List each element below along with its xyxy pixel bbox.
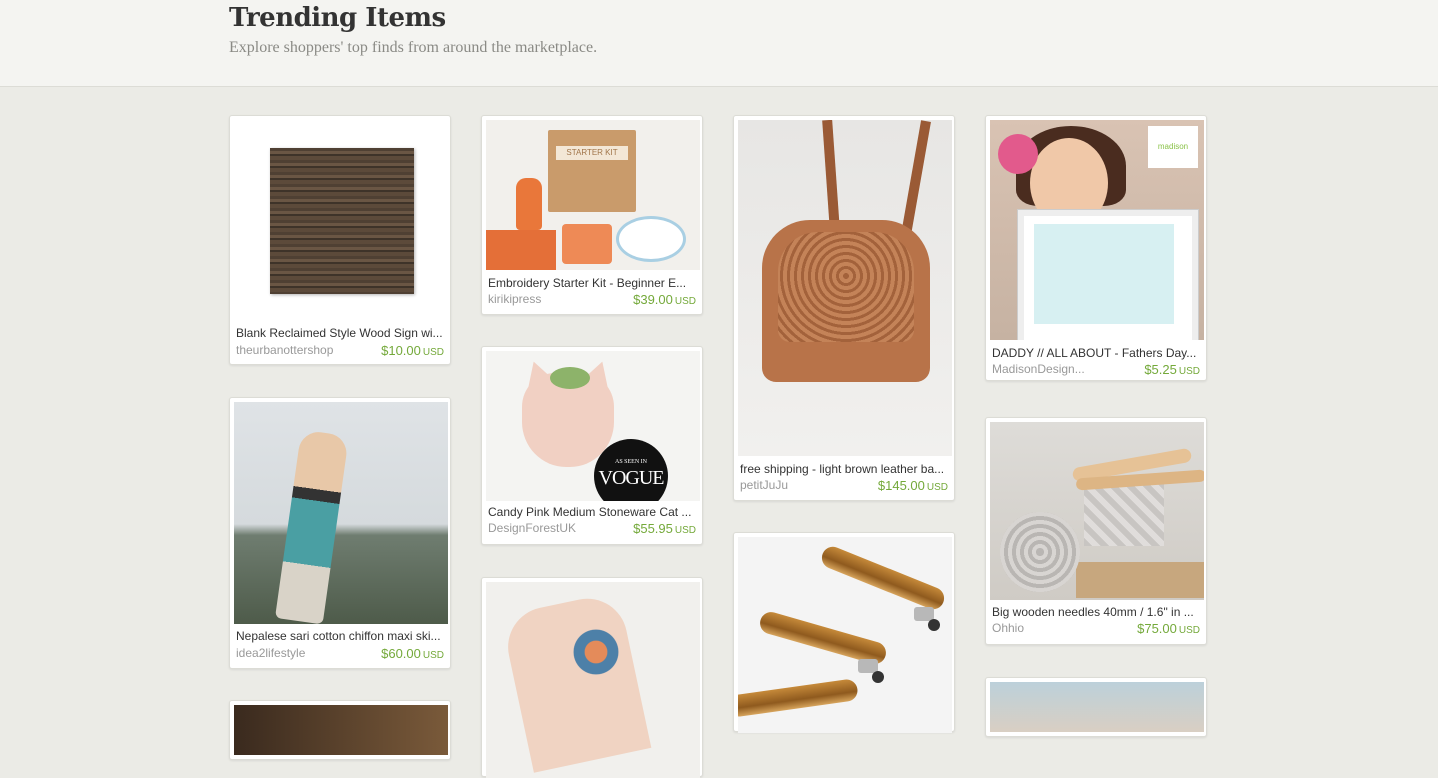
yarn-ball — [1000, 512, 1080, 592]
page-header: Trending Items Explore shoppers' top fin… — [0, 0, 1438, 87]
listing-image[interactable] — [234, 705, 448, 755]
felt-fox — [516, 178, 542, 230]
wood-sign-image — [270, 148, 414, 294]
shop-name[interactable]: MadisonDesign... — [992, 362, 1102, 376]
dancer-image — [234, 402, 448, 624]
listing-card[interactable]: Blank Reclaimed Style Wood Sign wi... th… — [229, 115, 451, 365]
stylus-tip — [928, 619, 940, 631]
shop-name[interactable]: theurbanottershop — [236, 343, 346, 357]
listing-card[interactable] — [229, 700, 451, 760]
page-subtitle: Explore shoppers' top finds from around … — [229, 39, 598, 56]
shop-name[interactable]: Ohhio — [992, 621, 1102, 635]
listing-title[interactable]: Big wooden needles 40mm / 1.6" in ... — [992, 605, 1202, 619]
listing-card[interactable] — [985, 677, 1207, 737]
listing-title[interactable]: Nepalese sari cotton chiffon maxi ski... — [236, 629, 446, 643]
listing-image[interactable]: STARTER KIT — [486, 120, 700, 270]
shop-name[interactable]: idea2lifestyle — [236, 646, 346, 660]
price-currency: USD — [1178, 625, 1200, 636]
vogue-badge-title: VOGUE — [598, 467, 665, 489]
price-value: $55.95 — [633, 521, 673, 536]
price-currency: USD — [674, 296, 696, 307]
listing-image[interactable]: AS SEEN IN VOGUE — [486, 351, 700, 501]
listing-price: $39.00 USD — [633, 292, 696, 307]
listing-card[interactable] — [733, 532, 955, 733]
price-value: $5.25 — [1144, 362, 1177, 377]
listing-image-partial — [990, 682, 1204, 732]
price-currency: USD — [422, 650, 444, 661]
vogue-badge-small: AS SEEN IN — [614, 459, 647, 465]
price-currency: USD — [926, 482, 948, 493]
listing-card[interactable]: madison DADDY // ALL ABOUT - Fathers Day… — [985, 115, 1207, 381]
madison-logo: madison — [1148, 126, 1198, 168]
listing-price: $5.25 USD — [1144, 362, 1200, 377]
price-currency: USD — [422, 347, 444, 358]
felt-piece — [486, 230, 556, 270]
listing-title[interactable]: free shipping - light brown leather ba..… — [740, 462, 950, 476]
listing-price: $145.00 USD — [878, 478, 948, 493]
price-value: $10.00 — [381, 343, 421, 358]
listing-image[interactable] — [234, 402, 448, 624]
listing-title[interactable]: DADDY // ALL ABOUT - Fathers Day... — [992, 346, 1202, 360]
price-currency: USD — [674, 525, 696, 536]
listing-price: $60.00 USD — [381, 646, 444, 661]
listing-title[interactable]: Embroidery Starter Kit - Beginner E... — [488, 276, 698, 290]
listing-card[interactable]: free shipping - light brown leather ba..… — [733, 115, 955, 501]
listing-image[interactable] — [486, 582, 700, 778]
bag-embossing — [778, 232, 914, 342]
listing-image[interactable] — [738, 120, 952, 456]
price-value: $145.00 — [877, 478, 925, 493]
flower-headband — [998, 134, 1038, 174]
listing-price: $10.00 USD — [381, 343, 444, 358]
listing-image[interactable]: madison — [990, 120, 1204, 340]
listing-card[interactable] — [481, 577, 703, 778]
listing-image[interactable] — [234, 120, 448, 320]
price-value: $39.00 — [633, 292, 673, 307]
tattoo — [570, 626, 622, 678]
price-value: $75.00 — [1137, 621, 1177, 636]
listing-card[interactable]: Nepalese sari cotton chiffon maxi ski...… — [229, 397, 451, 669]
listing-title[interactable]: Blank Reclaimed Style Wood Sign wi... — [236, 326, 446, 340]
listing-image[interactable] — [990, 682, 1204, 732]
frame-print — [1034, 224, 1174, 324]
listing-card[interactable]: STARTER KIT Embroidery Starter Kit - Beg… — [481, 115, 703, 315]
page-title: Trending Items — [229, 3, 446, 33]
listing-price: $75.00 USD — [1137, 621, 1200, 636]
kit-box-label: STARTER KIT — [556, 146, 628, 160]
kit-box — [548, 130, 636, 212]
price-value: $60.00 — [381, 646, 421, 661]
listing-title[interactable]: Candy Pink Medium Stoneware Cat ... — [488, 505, 698, 519]
listing-image[interactable] — [990, 422, 1204, 600]
shop-name[interactable]: DesignForestUK — [488, 521, 598, 535]
stylus-tip — [872, 671, 884, 683]
price-currency: USD — [1178, 366, 1200, 377]
listing-card[interactable]: AS SEEN IN VOGUE Candy Pink Medium Stone… — [481, 346, 703, 545]
felt-piece — [562, 224, 612, 264]
shop-name[interactable]: kirikipress — [488, 292, 598, 306]
listing-price: $55.95 USD — [633, 521, 696, 536]
succulent — [550, 367, 590, 389]
embroidery-hoop — [616, 216, 686, 262]
listing-card[interactable]: Big wooden needles 40mm / 1.6" in ... Oh… — [985, 417, 1207, 645]
shop-name[interactable]: petitJuJu — [740, 478, 850, 492]
wooden-base — [1076, 562, 1204, 598]
listing-image[interactable] — [738, 537, 952, 733]
